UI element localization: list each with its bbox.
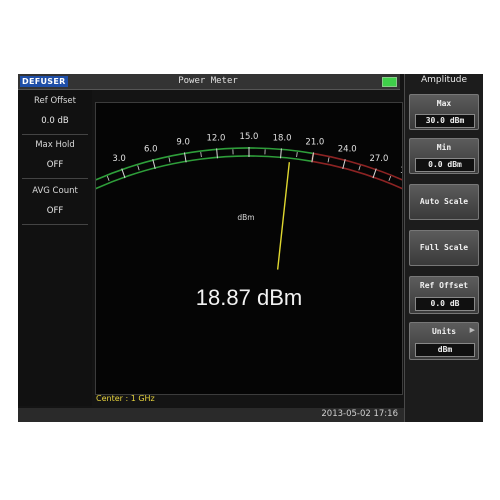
- gauge-tick-label: 18.0: [273, 133, 292, 143]
- divider: [22, 134, 88, 135]
- gauge-minor-tick: [296, 151, 298, 158]
- gauge-minor-tick: [200, 151, 202, 158]
- gauge-tick-label: 9.0: [176, 138, 190, 148]
- gauge-tick-label: 15.0: [240, 132, 259, 142]
- auto-scale-button[interactable]: Auto Scale: [409, 184, 479, 220]
- menu-title: Amplitude: [420, 75, 468, 85]
- battery-icon: [382, 77, 397, 87]
- gauge-tick-label: 27.0: [369, 154, 388, 164]
- min-value: 0.0 dBm: [415, 158, 475, 172]
- gauge-tick-label: 6.0: [144, 144, 158, 154]
- ref-offset-value: 0.0 dB: [41, 116, 69, 126]
- mode-title: Power Meter: [178, 76, 238, 86]
- units-value: dBm: [415, 343, 475, 357]
- max-hold-label: Max Hold: [35, 140, 75, 150]
- gauge-red-zone: [311, 152, 402, 190]
- brand-logo: DEFUSER: [20, 76, 68, 87]
- max-label: Max: [436, 99, 452, 108]
- triangle-right-icon: ▶: [469, 326, 475, 334]
- divider: [22, 224, 88, 225]
- gauge-minor-tick: [358, 165, 361, 171]
- gauge-unit-label: dBm: [237, 213, 254, 222]
- ref-offset-key-value: 0.0 dB: [415, 297, 475, 311]
- ref-offset-key-label: Ref Offset: [419, 281, 469, 290]
- units-softkey[interactable]: Units ▶ dBm: [409, 322, 479, 360]
- gauge-minor-tick: [168, 157, 171, 163]
- status-bar: 2013-05-02 17:16: [18, 408, 404, 422]
- gauge-tick-label: 30.0: [400, 166, 402, 176]
- units-label: Units: [431, 327, 457, 336]
- full-scale-label: Full Scale: [419, 243, 469, 252]
- power-reading: 18.87 dBm: [195, 285, 303, 310]
- gauge-tick-label: 12.0: [206, 133, 225, 143]
- gauge-tick: [372, 168, 377, 179]
- divider: [22, 178, 88, 179]
- power-gauge: 0.03.06.09.012.015.018.021.024.027.030.0…: [96, 132, 402, 270]
- max-softkey[interactable]: Max 30.0 dBm: [409, 94, 479, 130]
- full-scale-button[interactable]: Full Scale: [409, 230, 479, 266]
- ref-offset-softkey[interactable]: Ref Offset 0.0 dB: [409, 276, 479, 314]
- gauge-tick: [121, 168, 126, 179]
- gauge-minor-tick: [327, 157, 330, 163]
- gauge-minor-tick: [106, 175, 110, 181]
- min-softkey[interactable]: Min 0.0 dBm: [409, 138, 479, 174]
- datetime: 2013-05-02 17:16: [321, 409, 398, 419]
- gauge-area: 0.03.06.09.012.015.018.021.024.027.030.0…: [95, 102, 403, 395]
- center-frequency: Center : 1 GHz: [96, 394, 155, 403]
- auto-scale-label: Auto Scale: [419, 197, 469, 206]
- min-label: Min: [436, 143, 452, 152]
- softkey-menu: Amplitude Max 30.0 dBm Min 0.0 dBm Auto …: [404, 74, 483, 422]
- gauge-tick-label: 24.0: [338, 144, 357, 154]
- avg-count-label: AVG Count: [32, 186, 78, 196]
- instrument-screen: DEFUSER Power Meter Ref Offset 0.0 dB Ma…: [18, 74, 483, 422]
- gauge-needle: [276, 162, 291, 270]
- avg-count-value: OFF: [46, 206, 64, 216]
- title-bar: DEFUSER Power Meter: [18, 74, 400, 90]
- gauge-tick-label: 3.0: [112, 154, 126, 164]
- gauge-tick-label: 21.0: [305, 138, 324, 148]
- gauge-minor-tick: [388, 175, 392, 181]
- max-hold-value: OFF: [46, 160, 64, 170]
- gauge-minor-tick: [137, 165, 140, 171]
- left-info-panel: Ref Offset 0.0 dB Max Hold OFF AVG Count…: [18, 90, 92, 406]
- max-value: 30.0 dBm: [415, 114, 475, 128]
- ref-offset-label: Ref Offset: [34, 96, 76, 106]
